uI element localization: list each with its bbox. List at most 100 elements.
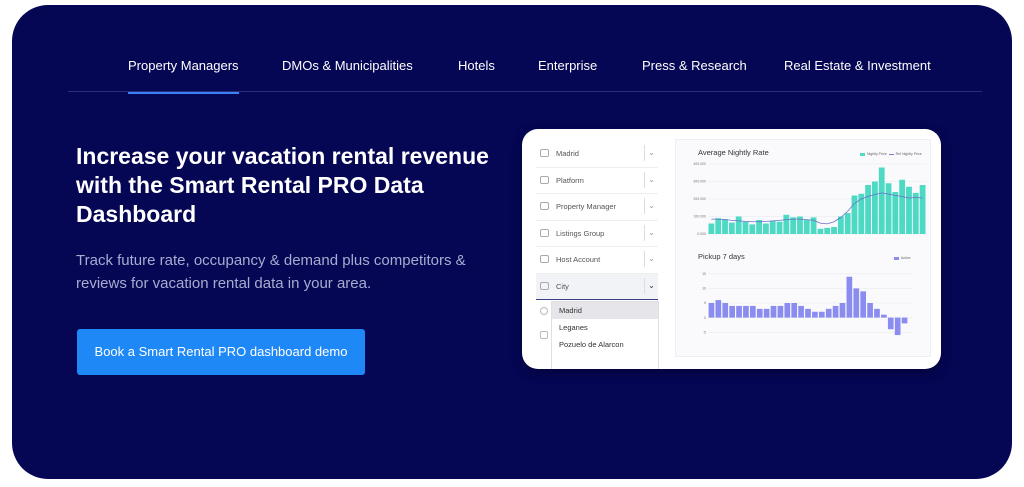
legend-label: Ref Nightly Price (895, 152, 922, 156)
bar (805, 308, 811, 318)
bar (812, 311, 818, 318)
bar (867, 303, 873, 318)
legend-swatch (860, 152, 865, 156)
bar (708, 223, 715, 234)
map-icon (540, 149, 549, 157)
user-icon (540, 255, 549, 263)
bar (770, 305, 777, 318)
y-tick-label: 0 (704, 316, 706, 320)
bar (798, 305, 804, 318)
bar (872, 181, 878, 234)
filter-label: Host Account (556, 255, 601, 264)
bar (763, 308, 770, 318)
bar (742, 221, 749, 234)
bar (722, 303, 729, 318)
tab-hotels[interactable]: Hotels (458, 53, 495, 93)
legend-swatch (894, 256, 899, 260)
filter-madrid[interactable]: Madrid ⌄ (536, 141, 658, 168)
bar (844, 213, 851, 234)
book-demo-button[interactable]: Book a Smart Rental PRO dashboard demo (77, 329, 365, 375)
city-option[interactable]: Leganes (552, 319, 658, 336)
y-tick-label: 100.000 (693, 215, 706, 219)
y-tick-label: 5 (704, 301, 706, 305)
y-tick-label: 15 (702, 272, 706, 276)
filter-property-manager[interactable]: Property Manager ⌄ (536, 194, 658, 221)
bar (783, 214, 790, 234)
bar (858, 193, 865, 234)
city-option[interactable]: Madrid (552, 302, 658, 319)
city-dropdown: Madrid Leganes Pozuelo de Alarcon (551, 301, 659, 369)
chart-title: Pickup 7 days (698, 252, 745, 261)
y-tick-label: -5 (703, 330, 706, 334)
filter-label: Platform (556, 175, 584, 185)
platform-icon (540, 175, 549, 184)
chevron-down-icon: ⌄ (644, 224, 658, 241)
filter-city[interactable]: City ⌄ (536, 273, 658, 300)
filter-label: City (556, 281, 569, 291)
bar (860, 291, 867, 318)
bar (749, 224, 756, 234)
location-pin-icon (540, 307, 548, 315)
filter-host-account[interactable]: Host Account ⌄ (536, 247, 658, 274)
bar (743, 305, 749, 318)
building-icon (540, 281, 549, 290)
bar (894, 317, 901, 336)
filter-label: Listings Group (556, 228, 605, 238)
legend-swatch (888, 153, 894, 155)
chevron-down-icon: ⌄ (644, 145, 658, 161)
chevron-down-icon: ⌄ (644, 198, 658, 214)
category-tabs: Property Managers DMOs & Municipalities … (68, 45, 982, 94)
bar (892, 192, 899, 234)
bar (874, 308, 880, 318)
y-tick-label: 10 (702, 287, 706, 291)
bar (818, 311, 825, 318)
bar (708, 303, 715, 318)
chart-legend: Nightly Price Ref Nightly Price (860, 152, 922, 156)
bar (846, 276, 853, 318)
tab-property-managers[interactable]: Property Managers (128, 53, 239, 94)
bar (919, 185, 926, 234)
bar (784, 303, 791, 318)
y-tick-label: 400.000 (693, 162, 706, 166)
chevron-down-icon: ⌄ (644, 251, 658, 267)
tab-press-research[interactable]: Press & Research (642, 53, 747, 93)
y-tick-label: 200.000 (693, 197, 706, 201)
legend-label: Nightly Price (867, 152, 887, 156)
bar (735, 216, 742, 234)
filter-platform[interactable]: Platform ⌄ (536, 168, 658, 194)
bar (715, 300, 722, 318)
bar (831, 227, 837, 234)
bar (839, 303, 846, 318)
filter-listings-group[interactable]: Listings Group ⌄ (536, 221, 658, 247)
bar (865, 185, 871, 234)
bar (853, 288, 860, 318)
bar (791, 303, 798, 318)
filter-label: Property Manager (556, 202, 617, 211)
bar (899, 179, 906, 234)
tab-enterprise[interactable]: Enterprise (538, 53, 597, 93)
chart-title: Average Nightly Rate (698, 148, 769, 157)
bar (729, 305, 735, 318)
calendar-icon (540, 331, 548, 339)
nightly-rate-chart: 400.000 300.000 200.000 100.000 0.000 (693, 162, 926, 236)
bar (825, 308, 832, 318)
bar (763, 223, 769, 234)
bar (776, 221, 783, 234)
filter-label: Madrid (556, 149, 579, 158)
charts-panel: Average Nightly Rate Nightly Price Ref N… (675, 139, 931, 357)
bar (881, 314, 887, 318)
page-title: Increase your vacation rental revenue wi… (76, 143, 489, 227)
bar (878, 167, 885, 234)
chevron-down-icon: ⌄ (644, 277, 658, 294)
pickup-chart: 15 10 5 0 -5 (702, 272, 912, 336)
chart-legend: Active (894, 256, 911, 260)
bar (756, 308, 763, 318)
bar (715, 218, 722, 234)
chevron-down-icon: ⌄ (644, 171, 658, 188)
bar (790, 217, 797, 234)
tab-dmos-municipalities[interactable]: DMOs & Municipalities (282, 53, 413, 93)
y-tick-label: 0.000 (697, 232, 706, 236)
tab-real-estate-investment[interactable]: Real Estate & Investment (784, 53, 931, 93)
bar (777, 305, 784, 318)
city-option[interactable]: Pozuelo de Alarcon (552, 336, 658, 353)
